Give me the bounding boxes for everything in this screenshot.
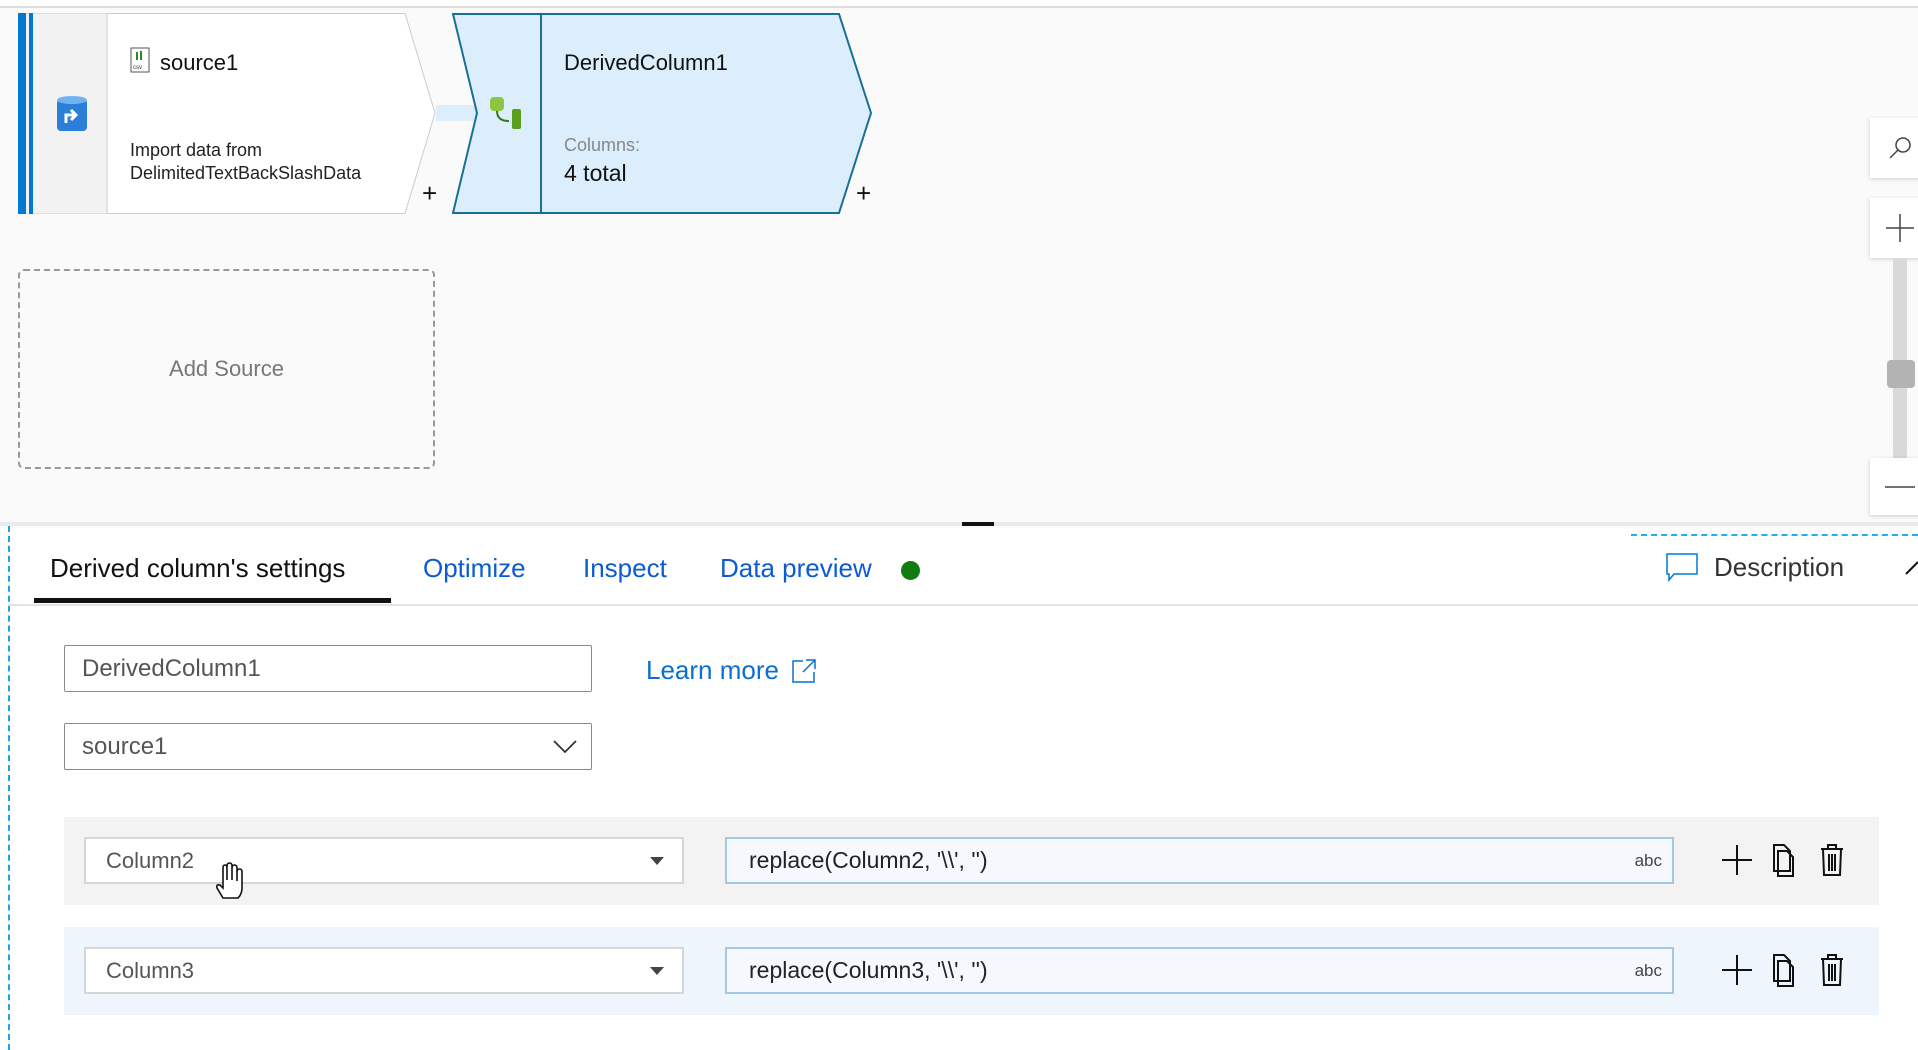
expression-value: replace(Column3, '\\', '') — [749, 957, 988, 983]
add-source-button[interactable]: Add Source — [18, 269, 435, 469]
svg-text:csv: csv — [133, 65, 142, 71]
database-source-icon — [57, 96, 87, 131]
caret-down-icon — [650, 967, 664, 975]
search-icon — [1889, 137, 1911, 159]
minus-icon — [1885, 485, 1915, 488]
zoom-in-button[interactable] — [1870, 198, 1918, 258]
description-label: Description — [1714, 552, 1845, 582]
add-transform-button[interactable]: + — [856, 180, 871, 206]
incoming-stream-value: source1 — [82, 732, 168, 760]
add-column-icon[interactable] — [1717, 947, 1757, 993]
column-row: Column2 replace(Column2, '\\', '') abc — [64, 817, 1879, 905]
column-select[interactable]: Column2 — [84, 837, 684, 884]
columns-label: Columns: — [564, 135, 641, 155]
expression-value: replace(Column2, '\\', '') — [749, 847, 988, 873]
tab-inspect[interactable]: Inspect — [583, 553, 667, 584]
external-link-icon — [792, 658, 816, 683]
delete-icon[interactable] — [1812, 947, 1852, 993]
copy-icon[interactable] — [1764, 947, 1804, 993]
type-badge: abc — [1634, 961, 1662, 980]
csv-file-icon: csv — [130, 47, 150, 73]
stream-name-value: DerivedColumn1 — [82, 654, 261, 682]
add-source-label: Add Source — [169, 356, 284, 381]
column-select-value: Column3 — [106, 957, 195, 983]
zoom-out-button[interactable] — [1870, 458, 1918, 515]
zoom-slider-thumb[interactable] — [1887, 360, 1915, 388]
active-tab-indicator — [34, 598, 391, 603]
description-button[interactable]: Description — [1666, 552, 1844, 583]
source-node-title: source1 — [160, 50, 239, 75]
search-button[interactable] — [1870, 118, 1918, 178]
caret-down-icon — [650, 857, 664, 865]
description-dashed-line — [1631, 534, 1918, 536]
comment-icon — [1666, 552, 1698, 582]
collapse-icon[interactable] — [1905, 560, 1918, 576]
add-transform-button[interactable]: + — [422, 180, 437, 206]
delete-icon[interactable] — [1812, 837, 1852, 883]
copy-icon[interactable] — [1764, 837, 1804, 883]
description-line: Import data from — [130, 140, 263, 160]
chevron-down-icon — [553, 740, 577, 754]
learn-more-label: Learn more — [646, 655, 779, 685]
resize-handle[interactable] — [962, 522, 994, 526]
status-dot — [901, 561, 920, 580]
source-node[interactable]: csv source1 Import data from DelimitedTe… — [18, 13, 438, 214]
tabs-bottom-border — [8, 604, 1918, 606]
source-node-description: Import data from DelimitedTextBackSlashD… — [130, 139, 361, 185]
expression-input[interactable]: replace(Column2, '\\', '') abc — [725, 837, 1674, 884]
derived-column-icon — [490, 97, 521, 129]
stream-name-input[interactable]: DerivedColumn1 — [64, 645, 592, 692]
add-column-icon[interactable] — [1717, 837, 1757, 883]
type-badge: abc — [1634, 851, 1662, 870]
expression-input[interactable]: replace(Column3, '\\', '') abc — [725, 947, 1674, 994]
column-select[interactable]: Column3 — [84, 947, 684, 994]
derived-node-title: DerivedColumn1 — [564, 50, 728, 75]
description-line: DelimitedTextBackSlashData — [130, 163, 362, 183]
learn-more-link[interactable]: Learn more — [646, 655, 817, 686]
column-select-value: Column2 — [106, 847, 195, 873]
tab-settings[interactable]: Derived column's settings — [50, 553, 345, 584]
incoming-stream-select[interactable]: source1 — [64, 723, 592, 770]
plus-icon — [1886, 214, 1914, 242]
columns-count: 4 total — [564, 160, 627, 186]
panel-divider[interactable] — [0, 522, 1918, 526]
tab-optimize[interactable]: Optimize — [423, 553, 526, 584]
tab-data-preview[interactable]: Data preview — [720, 553, 872, 584]
column-row: Column3 replace(Column3, '\\', '') abc — [64, 927, 1879, 1015]
derived-column-node[interactable]: DerivedColumn1 Columns: 4 total — [452, 13, 876, 214]
zoom-slider-track[interactable] — [1893, 258, 1907, 458]
hand-cursor-icon — [216, 862, 243, 899]
